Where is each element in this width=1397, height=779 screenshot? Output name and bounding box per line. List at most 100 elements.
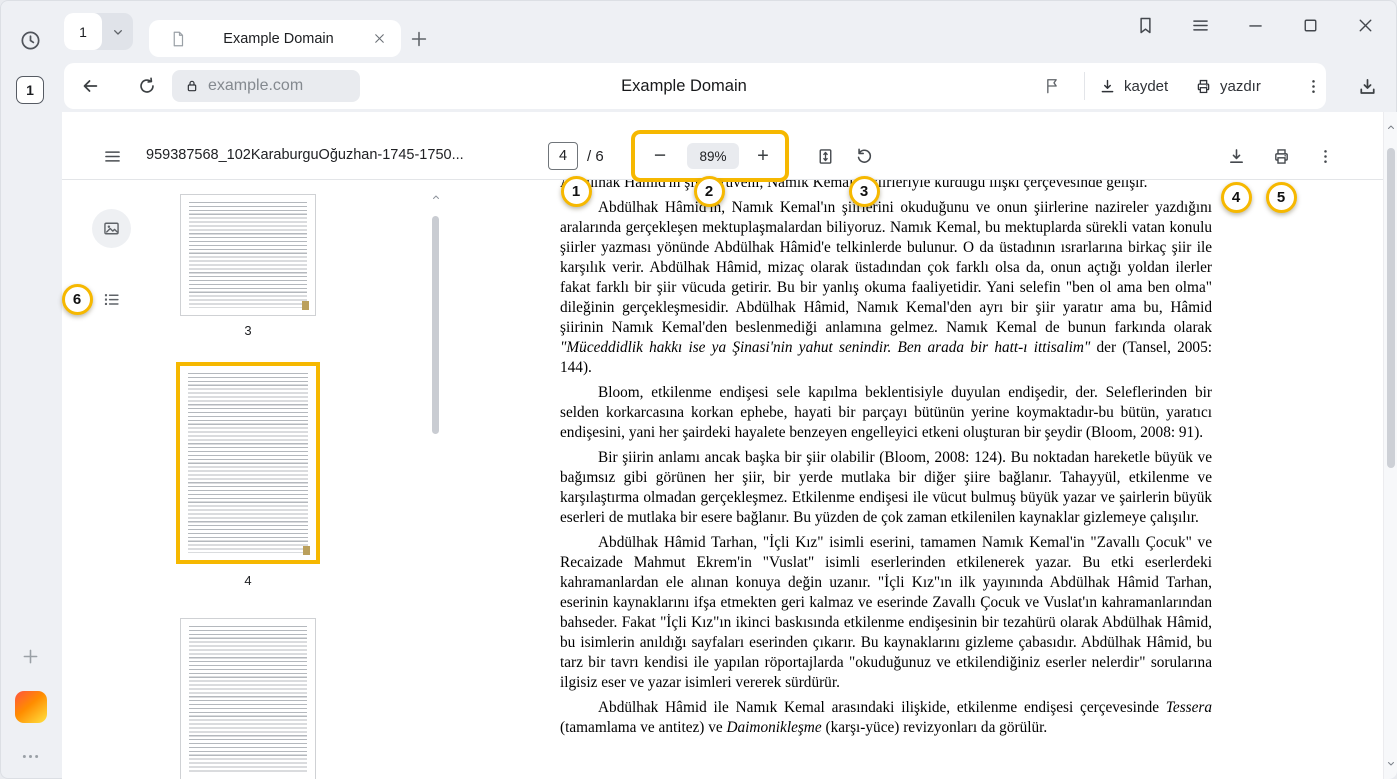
tab-close-icon[interactable] [370, 30, 388, 48]
hamburger-icon [102, 146, 123, 167]
clipped-text-line: Abdülhak Hâmid'in şiir serüveni, Namık K… [560, 180, 1212, 194]
bookmark-flag-button[interactable] [1037, 71, 1067, 101]
save-label: kaydet [1124, 78, 1168, 95]
thumbnail-emblem [303, 546, 310, 555]
menu-icon [1190, 15, 1211, 36]
save-button[interactable]: kaydet [1098, 63, 1168, 109]
page-scrollbar[interactable] [1383, 112, 1397, 779]
page-favicon-icon [169, 30, 187, 48]
back-button[interactable] [75, 71, 105, 101]
history-button[interactable] [17, 27, 44, 54]
pdf-more-options-button[interactable] [1311, 141, 1339, 171]
scroll-up-icon[interactable] [430, 190, 442, 204]
back-arrow-icon [79, 75, 101, 97]
close-icon [1355, 15, 1376, 36]
reload-icon [136, 75, 158, 97]
thumbnail-text-preview [188, 373, 308, 553]
maximize-icon [1300, 15, 1321, 36]
rail-add-button[interactable] [18, 644, 43, 669]
page-actions-menu-button[interactable] [1300, 71, 1326, 101]
pdf-print-button[interactable] [1266, 141, 1296, 171]
pdf-filename: 959387568_102KaraburguOğuzhan-1745-1750.… [146, 147, 464, 163]
thumbnail-page-4-selected[interactable] [176, 362, 320, 564]
zoom-level[interactable]: 89% [687, 143, 739, 169]
tab-counter-badge[interactable]: 1 [16, 76, 44, 104]
address-bar[interactable]: example.com [172, 70, 360, 102]
download-icon [1226, 146, 1247, 167]
chevron-down-icon[interactable] [102, 13, 133, 50]
pdf-paragraph: Abdülhak Hâmid ile Namık Kemal arasındak… [560, 698, 1212, 738]
scroll-down-icon[interactable] [1385, 757, 1397, 771]
scroll-up-icon[interactable] [1385, 120, 1397, 134]
tab-group[interactable]: 1 [64, 13, 133, 50]
scrollbar-thumb[interactable] [1387, 148, 1395, 468]
rotate-icon [854, 146, 875, 167]
lock-icon [184, 78, 200, 94]
pdf-download-button[interactable] [1221, 141, 1251, 171]
pdf-viewer: 959387568_102KaraburguOğuzhan-1745-1750.… [62, 112, 1383, 779]
outline-view-button[interactable] [99, 287, 124, 312]
navigation-bar: example.com Example Domain kaydet yazdır [64, 63, 1326, 109]
page-total-label: / 6 [587, 148, 604, 165]
scrollbar-thumb[interactable] [432, 216, 439, 434]
thumbnail-page-3[interactable] [180, 194, 316, 316]
pdf-paragraph: Abdülhak Hâmid'in, Namık Kemal'ın şiirle… [560, 198, 1212, 378]
fit-to-page-button[interactable] [810, 141, 840, 171]
thumbnail-page-5[interactable] [180, 618, 316, 779]
address-text: example.com [208, 77, 303, 95]
reload-button[interactable] [132, 71, 162, 101]
thumbnails-view-button[interactable] [92, 209, 131, 248]
list-icon [101, 289, 122, 310]
pdf-thumbnail-sidebar: 3 4 [62, 180, 442, 779]
new-tab-button[interactable] [404, 24, 433, 53]
rotate-button[interactable] [849, 141, 879, 171]
browser-window: 1 1 Example Domain [0, 0, 1397, 779]
window-maximize-button[interactable] [1295, 10, 1325, 40]
thumbnail-scrollbar[interactable] [430, 190, 442, 779]
pdf-toolbar: 959387568_102KaraburguOğuzhan-1745-1750.… [62, 112, 1383, 180]
zoom-out-button[interactable]: − [646, 141, 674, 171]
tab-counter-label: 1 [26, 82, 34, 98]
print-button[interactable]: yazdır [1194, 63, 1261, 109]
pdf-page-content[interactable]: Abdülhak Hâmid'in şiir serüveni, Namık K… [442, 180, 1383, 779]
kebab-icon [1316, 147, 1335, 166]
tab-example-domain[interactable]: Example Domain [149, 20, 401, 57]
thumbnail-emblem [302, 301, 309, 310]
downloads-button[interactable] [1352, 72, 1383, 103]
pdf-sidebar-toggle-button[interactable] [97, 141, 127, 171]
plus-icon [408, 28, 430, 50]
thumbnail-label: 3 [180, 323, 316, 338]
pdf-paragraph: Bir şiirin anlamı ancak başka bir şiir o… [560, 448, 1212, 528]
bookmark-panel-icon [1135, 15, 1156, 36]
toolbar-divider [1084, 72, 1085, 100]
minimize-icon [1245, 15, 1266, 36]
left-rail: 1 [0, 0, 62, 779]
page-title: Example Domain [494, 63, 874, 109]
clock-icon [19, 29, 42, 52]
thumbnail-label: 4 [180, 573, 316, 588]
rail-more-icon[interactable] [18, 744, 43, 769]
tab-title: Example Domain [187, 31, 370, 47]
download-icon [1098, 77, 1117, 96]
browser-logo[interactable] [15, 691, 47, 723]
ellipsis-icon [20, 746, 41, 767]
thumbnail-text-preview [189, 626, 307, 772]
pdf-text-column: Abdülhak Hâmid'in şiir serüveni, Namık K… [560, 180, 1212, 738]
print-label: yazdır [1220, 78, 1261, 95]
fit-to-page-icon [815, 146, 836, 167]
plus-icon [20, 646, 41, 667]
bookmark-flag-icon [1042, 76, 1062, 96]
image-icon [101, 218, 122, 239]
pdf-paragraph: Bloom, etkilenme endişesi sele kapılma b… [560, 383, 1212, 443]
pdf-paragraphs: Abdülhak Hâmid'in, Namık Kemal'ın şiirle… [560, 198, 1212, 738]
kebab-icon [1304, 77, 1323, 96]
downloads-tray-icon [1356, 76, 1379, 99]
zoom-in-button[interactable]: + [749, 141, 777, 171]
sidebar-panels-button[interactable] [1130, 10, 1160, 40]
browser-menu-button[interactable] [1185, 10, 1215, 40]
page-number-input[interactable]: 4 [548, 142, 578, 170]
window-minimize-button[interactable] [1240, 10, 1270, 40]
thumbnail-text-preview [189, 202, 307, 308]
tab-group-label: 1 [64, 13, 102, 50]
window-close-button[interactable] [1350, 10, 1380, 40]
